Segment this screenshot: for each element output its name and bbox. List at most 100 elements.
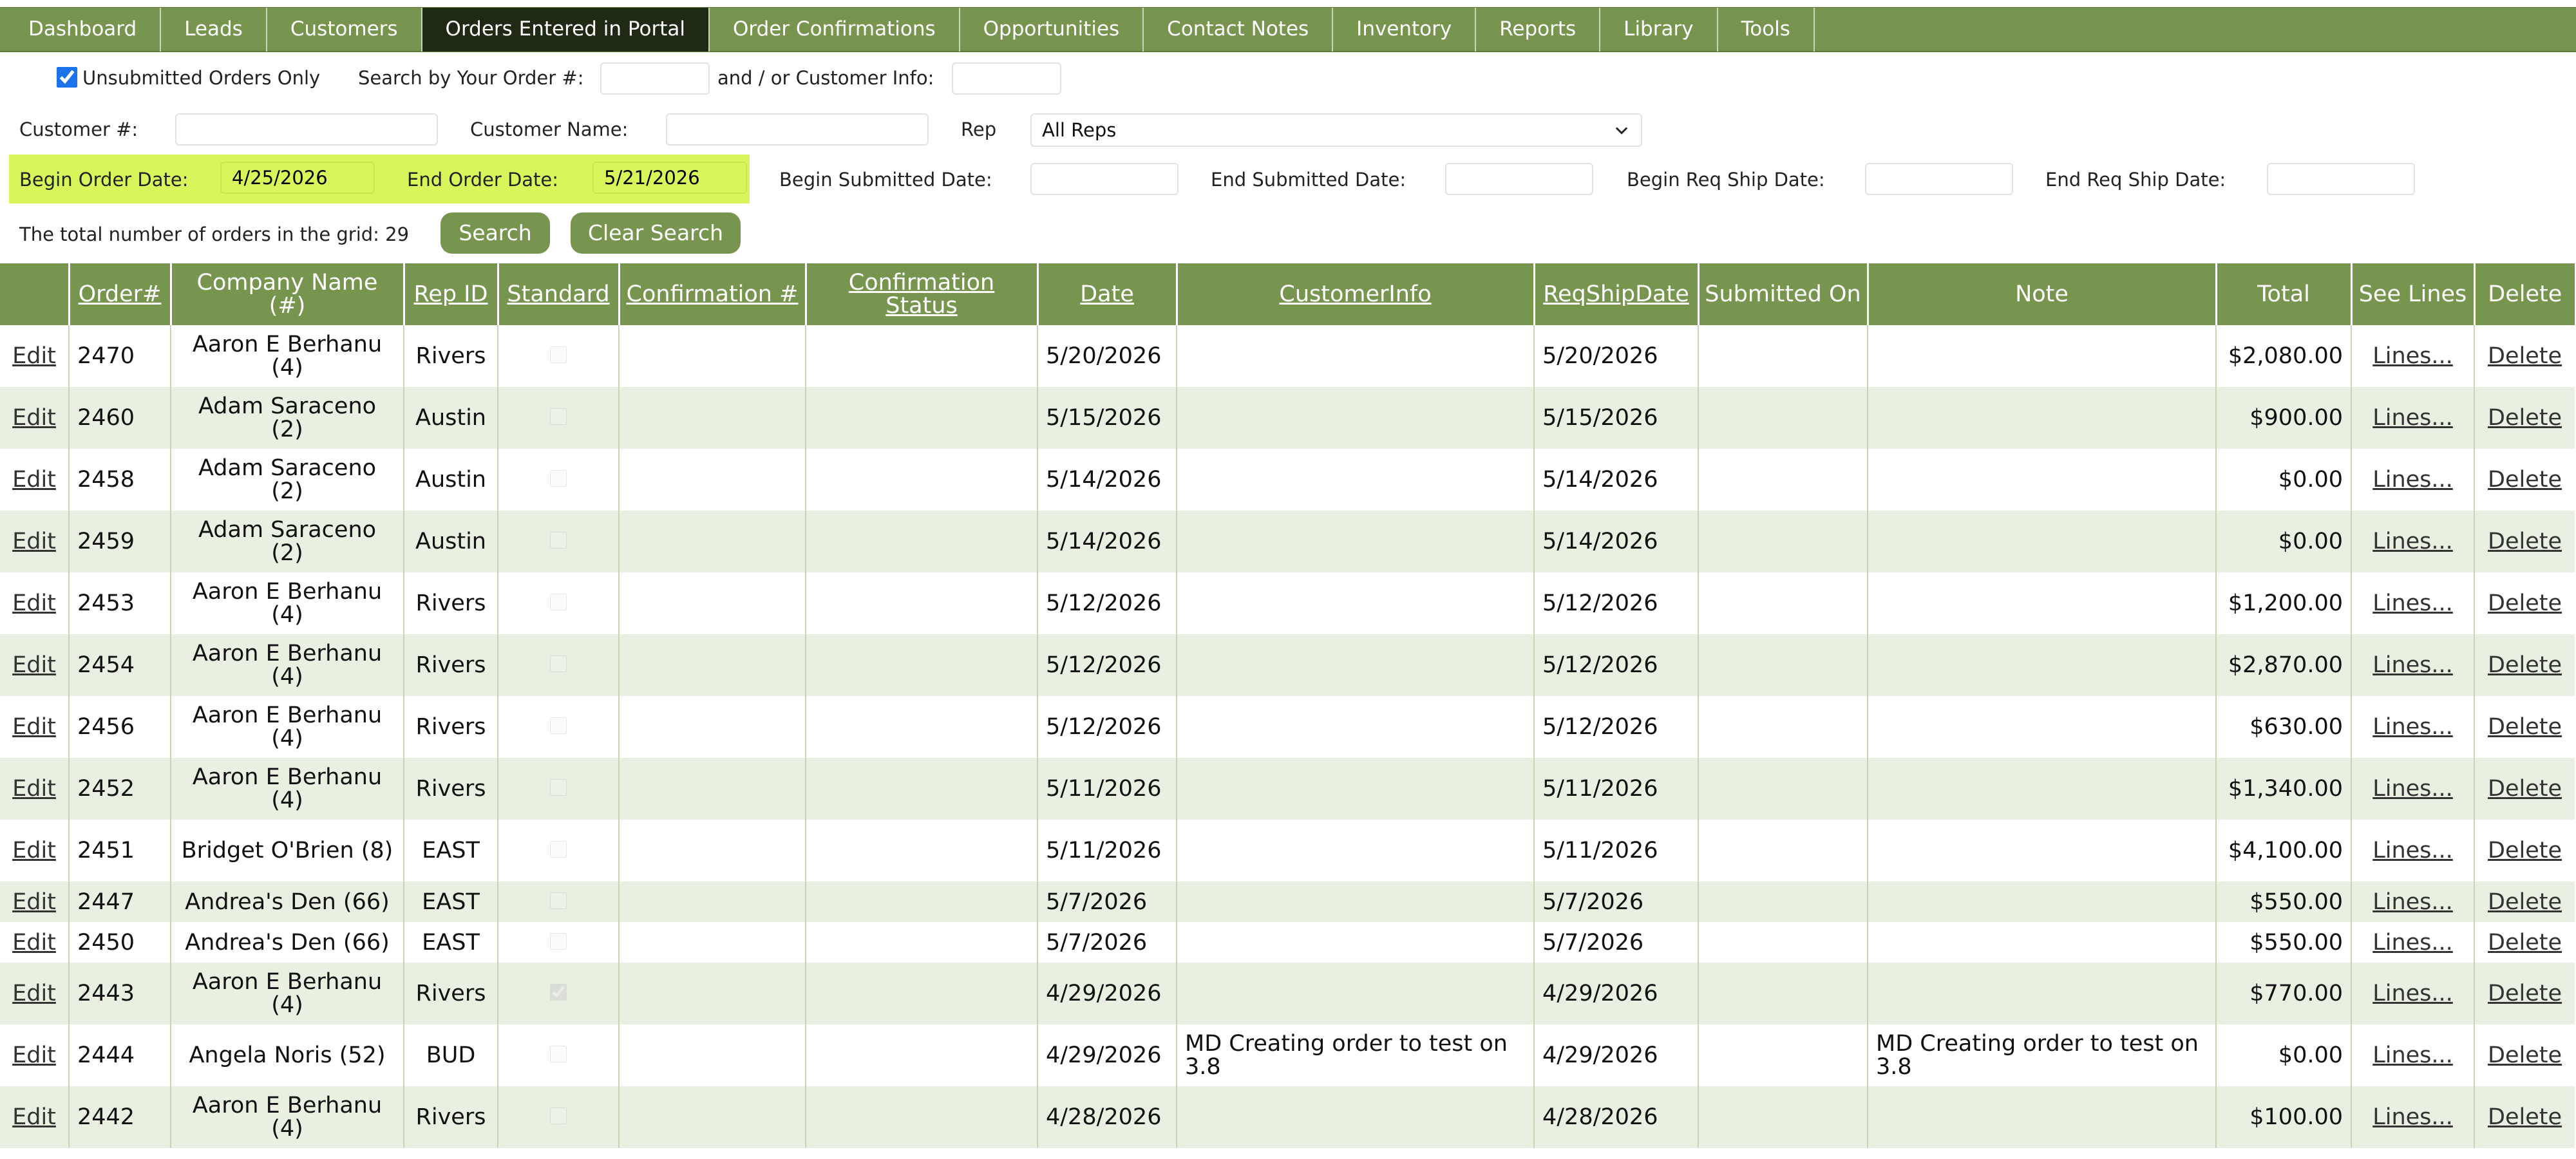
- customer-info-input[interactable]: [952, 62, 1061, 95]
- confirmation-status-cell: [805, 387, 1037, 449]
- delete-link[interactable]: Delete: [2488, 776, 2562, 802]
- edit-link[interactable]: Edit: [12, 405, 56, 431]
- end-order-date-label: End Order Date:: [407, 169, 559, 191]
- edit-link[interactable]: Edit: [12, 590, 56, 616]
- see-lines-link[interactable]: Lines...: [2372, 838, 2453, 863]
- delete-link[interactable]: Delete: [2488, 930, 2562, 956]
- submitted-on-cell: [1698, 820, 1868, 881]
- table-row: Edit 2453 Aaron E Berhanu (4) Rivers 5/12/20…: [0, 572, 2575, 634]
- begin-submitted-date-input[interactable]: [1030, 163, 1179, 195]
- nav-tab-customers[interactable]: Customers: [267, 8, 422, 52]
- delete-link[interactable]: Delete: [2488, 467, 2562, 493]
- see-lines-link[interactable]: Lines...: [2372, 405, 2453, 431]
- delete-link[interactable]: Delete: [2488, 529, 2562, 554]
- standard-cell: [497, 449, 619, 511]
- col-header-rep-id[interactable]: Rep ID: [402, 263, 498, 325]
- delete-link[interactable]: Delete: [2488, 1104, 2562, 1130]
- delete-link[interactable]: Delete: [2488, 405, 2562, 431]
- search-button[interactable]: Search: [440, 212, 550, 254]
- customer-info-cell: [1176, 634, 1534, 696]
- delete-link[interactable]: Delete: [2488, 590, 2562, 616]
- edit-link[interactable]: Edit: [12, 343, 56, 369]
- begin-order-date-input[interactable]: [220, 162, 375, 194]
- table-row: Edit 2444 Angela Noris (52) BUD 4/29/2026 MD …: [0, 1024, 2575, 1086]
- standard-cell: [497, 572, 619, 634]
- see-lines-link[interactable]: Lines...: [2372, 714, 2453, 740]
- end-order-date-input[interactable]: [592, 162, 747, 194]
- nav-tab-reports[interactable]: Reports: [1476, 8, 1601, 52]
- date-cell: 5/11/2026: [1037, 758, 1177, 820]
- main-nav: Dashboard Leads Customers Orders Entered in…: [0, 7, 2576, 52]
- edit-link[interactable]: Edit: [12, 1104, 56, 1130]
- nav-tab-contact-notes[interactable]: Contact Notes: [1144, 8, 1334, 52]
- rep-id-cell: Rivers: [403, 963, 498, 1024]
- edit-link[interactable]: Edit: [12, 981, 56, 1006]
- rep-id-cell: EAST: [403, 881, 498, 922]
- note-cell: [1867, 449, 2216, 511]
- begin-req-ship-date-input[interactable]: [1865, 163, 2013, 195]
- delete-link[interactable]: Delete: [2488, 714, 2562, 740]
- col-header-confirmation[interactable]: Confirmation #: [618, 263, 806, 325]
- order-number-cell: 2451: [68, 820, 171, 881]
- customer-number-input[interactable]: [175, 113, 438, 146]
- nav-tab-library[interactable]: Library: [1600, 8, 1718, 52]
- see-lines-link[interactable]: Lines...: [2372, 889, 2453, 915]
- nav-tab-dashboard[interactable]: Dashboard: [5, 8, 162, 52]
- nav-tab-tools[interactable]: Tools: [1718, 8, 1815, 52]
- search-order-input[interactable]: [600, 62, 710, 95]
- col-header-confirmation-status[interactable]: Confirmation Status: [804, 263, 1037, 325]
- col-header-date[interactable]: Date: [1036, 263, 1177, 325]
- delete-link[interactable]: Delete: [2488, 838, 2562, 863]
- see-lines-link[interactable]: Lines...: [2372, 590, 2453, 616]
- standard-cell: [497, 820, 619, 881]
- nav-tab-orders-entered-in-portal[interactable]: Orders Entered in Portal: [422, 8, 710, 52]
- see-lines-link[interactable]: Lines...: [2372, 981, 2453, 1006]
- company-name-cell: Bridget O'Brien (8): [170, 820, 404, 881]
- rep-select[interactable]: All Reps: [1030, 113, 1642, 147]
- see-lines-link[interactable]: Lines...: [2372, 343, 2453, 369]
- nav-tab-opportunities[interactable]: Opportunities: [960, 8, 1144, 52]
- nav-tab-leads[interactable]: Leads: [161, 8, 267, 52]
- see-lines-link[interactable]: Lines...: [2372, 1042, 2453, 1068]
- delete-link[interactable]: Delete: [2488, 981, 2562, 1006]
- edit-link[interactable]: Edit: [12, 714, 56, 740]
- see-lines-link[interactable]: Lines...: [2372, 930, 2453, 956]
- unsubmitted-only-checkbox[interactable]: [57, 67, 77, 88]
- end-submitted-date-input[interactable]: [1445, 163, 1593, 195]
- edit-link[interactable]: Edit: [12, 776, 56, 802]
- edit-link[interactable]: Edit: [12, 652, 56, 678]
- see-lines-link[interactable]: Lines...: [2372, 467, 2453, 493]
- company-name-cell: Andrea's Den (66): [170, 922, 404, 963]
- customer-info-cell: [1176, 922, 1534, 963]
- see-lines-link[interactable]: Lines...: [2372, 1104, 2453, 1130]
- col-header-customer-info[interactable]: CustomerInfo: [1175, 263, 1534, 325]
- nav-tab-inventory[interactable]: Inventory: [1333, 8, 1477, 52]
- delete-link[interactable]: Delete: [2488, 889, 2562, 915]
- clear-search-button[interactable]: Clear Search: [571, 212, 741, 254]
- delete-cell: Delete: [2474, 1086, 2575, 1148]
- standard-cell: [497, 881, 619, 922]
- edit-link[interactable]: Edit: [12, 467, 56, 493]
- delete-cell: Delete: [2474, 634, 2575, 696]
- edit-link[interactable]: Edit: [12, 1042, 56, 1068]
- col-header-req-ship-date[interactable]: ReqShipDate: [1533, 263, 1698, 325]
- see-lines-link[interactable]: Lines...: [2372, 652, 2453, 678]
- col-header-order[interactable]: Order#: [68, 263, 171, 325]
- see-lines-link[interactable]: Lines...: [2372, 776, 2453, 802]
- edit-link[interactable]: Edit: [12, 930, 56, 956]
- end-req-ship-date-input[interactable]: [2267, 163, 2415, 195]
- see-lines-link[interactable]: Lines...: [2372, 529, 2453, 554]
- delete-link[interactable]: Delete: [2488, 343, 2562, 369]
- delete-link[interactable]: Delete: [2488, 1042, 2562, 1068]
- edit-link[interactable]: Edit: [12, 889, 56, 915]
- edit-link[interactable]: Edit: [12, 838, 56, 863]
- total-cell: $550.00: [2215, 881, 2351, 922]
- nav-tab-order-confirmations[interactable]: Order Confirmations: [710, 8, 960, 52]
- customer-info-cell: [1176, 881, 1534, 922]
- col-header-standard[interactable]: Standard: [497, 263, 619, 325]
- standard-checkbox: [550, 892, 567, 909]
- customer-name-input[interactable]: [666, 113, 929, 146]
- edit-link[interactable]: Edit: [12, 529, 56, 554]
- customer-info-cell: [1176, 511, 1534, 572]
- delete-link[interactable]: Delete: [2488, 652, 2562, 678]
